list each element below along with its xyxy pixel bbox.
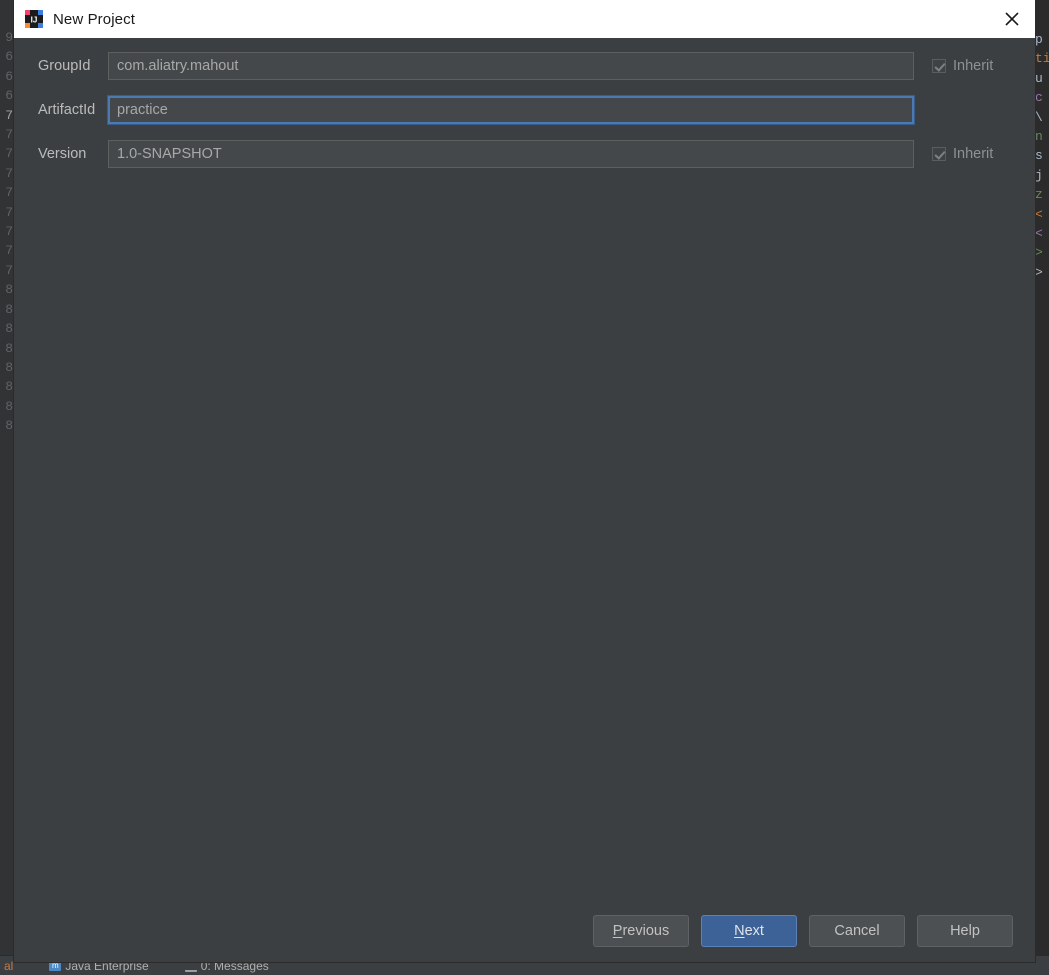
previous-button[interactable]: Previous xyxy=(593,915,689,947)
gutter-line-number: 8 xyxy=(5,321,13,337)
dialog-title: New Project xyxy=(53,10,135,28)
gutter-line-number: 8 xyxy=(5,301,13,317)
next-button-label: ext xyxy=(744,923,764,939)
artifactid-value: practice xyxy=(117,102,168,118)
cancel-button-label: Cancel xyxy=(834,923,880,939)
version-inherit-label: Inherit xyxy=(953,146,994,162)
version-label: Version xyxy=(38,146,87,162)
dialog-body: GroupId com.aliatry.mahout Inherit Artif… xyxy=(14,38,1035,900)
gutter-line-number: 8 xyxy=(5,340,13,356)
code-fragment: n xyxy=(1035,129,1043,145)
next-button[interactable]: Next xyxy=(701,915,797,947)
code-fragment: s xyxy=(1035,148,1043,164)
groupid-value: com.aliatry.mahout xyxy=(117,58,239,74)
gutter-line-number: 7 xyxy=(5,262,13,278)
gutter-line-number: 7 xyxy=(5,165,13,181)
dialog-title-bar: IJ New Project xyxy=(14,0,1035,38)
gutter-line-number: 8 xyxy=(5,418,13,434)
close-icon xyxy=(1005,12,1019,26)
dialog-footer: Previous Next Cancel Help xyxy=(14,900,1035,962)
gutter-line-number: 7 xyxy=(5,185,13,201)
groupid-inherit-checkbox[interactable] xyxy=(932,59,946,73)
version-inherit-group[interactable]: Inherit xyxy=(932,146,1027,162)
svg-text:IJ: IJ xyxy=(31,16,38,25)
artifactid-label: ArtifactId xyxy=(38,102,96,118)
gutter-line-number: 7 xyxy=(5,146,13,162)
gutter-line-number: 9 xyxy=(5,30,13,45)
help-button-label: Help xyxy=(950,923,980,939)
gutter-line-number: 7 xyxy=(5,204,13,220)
version-input[interactable]: 1.0-SNAPSHOT xyxy=(108,140,914,168)
code-fragment: < xyxy=(1035,226,1043,242)
gutter-line-number: 6 xyxy=(5,49,13,65)
next-button-mnemonic: N xyxy=(734,923,745,939)
new-project-dialog: IJ New Project GroupId com.aliatry.mahou… xyxy=(14,0,1035,962)
gutter-line-number: 7 xyxy=(5,107,13,123)
code-fragment: > xyxy=(1035,245,1043,261)
code-fragment: \ xyxy=(1035,109,1043,125)
groupid-input[interactable]: com.aliatry.mahout xyxy=(108,52,914,80)
code-fragment: j xyxy=(1035,167,1043,183)
gutter-line-number: 7 xyxy=(5,127,13,143)
previous-button-mnemonic: P xyxy=(612,923,623,939)
status-left-fragment: al xyxy=(4,958,14,973)
intellij-idea-icon: IJ xyxy=(25,10,43,28)
editor-right-sliver: p ti u c \ n s j z < < > > xyxy=(1034,0,1049,962)
form-row-artifactid: ArtifactId practice xyxy=(14,95,1035,125)
form-row-version: Version 1.0-SNAPSHOT Inherit xyxy=(14,140,1035,168)
help-button[interactable]: Help xyxy=(917,915,1013,947)
code-fragment: u xyxy=(1035,70,1043,86)
gutter-line-number: 8 xyxy=(5,379,13,395)
version-inherit-checkbox[interactable] xyxy=(932,147,946,161)
gutter-line-number: 6 xyxy=(5,68,13,84)
code-fragment: p xyxy=(1035,32,1043,47)
gutter-line-number: 8 xyxy=(5,359,13,375)
gutter-line-number: 8 xyxy=(5,398,13,414)
groupid-inherit-label: Inherit xyxy=(953,58,994,74)
gutter-line-number: 6 xyxy=(5,88,13,104)
previous-button-label: revious xyxy=(622,923,670,939)
code-fragment: < xyxy=(1035,206,1043,222)
version-value: 1.0-SNAPSHOT xyxy=(117,146,222,162)
artifactid-input[interactable]: practice xyxy=(107,95,915,125)
gutter-line-number: 8 xyxy=(5,282,13,298)
close-button[interactable] xyxy=(989,0,1035,38)
form-row-groupid: GroupId com.aliatry.mahout Inherit xyxy=(14,52,1035,80)
groupid-label: GroupId xyxy=(38,58,91,74)
cancel-button[interactable]: Cancel xyxy=(809,915,905,947)
code-fragment: c xyxy=(1035,90,1043,106)
gutter-line-number: 7 xyxy=(5,224,13,240)
groupid-inherit-group[interactable]: Inherit xyxy=(932,58,1027,74)
code-fragment: z xyxy=(1035,187,1043,203)
gutter-line-number: 7 xyxy=(5,243,13,259)
code-fragment: ti xyxy=(1035,51,1049,67)
editor-gutter: 9 6 6 6 7 7 7 7 7 7 7 7 7 8 8 8 8 8 8 8 8 xyxy=(0,0,14,962)
code-fragment: > xyxy=(1035,264,1043,280)
